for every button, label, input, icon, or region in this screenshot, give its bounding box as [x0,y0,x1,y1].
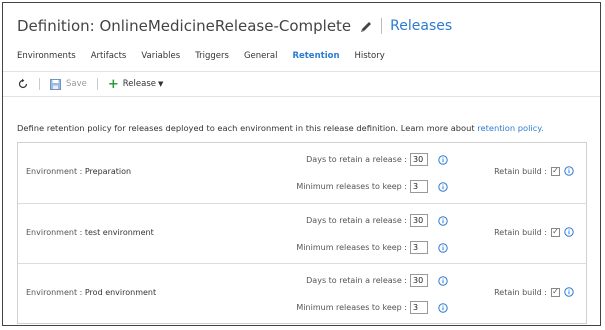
retain-build-label: Retain build : [494,166,547,176]
info-icon[interactable] [438,302,448,313]
save-button[interactable]: Save [50,78,87,90]
release-label: Release [122,79,156,89]
title-divider [381,18,383,34]
definition-window: Definition: OnlineMedicineRelease-Comple… [2,2,601,326]
releases-link[interactable]: Releases [390,18,452,34]
min-releases-label: Minimum releases to keep : [296,303,407,312]
info-icon[interactable] [438,215,448,226]
min-releases-input[interactable] [410,241,428,254]
retain-build-checkbox[interactable]: ✓ [551,227,560,237]
tab-environments[interactable]: Environments [17,51,76,65]
title-bar: Definition: OnlineMedicineRelease-Comple… [17,15,452,37]
refresh-button[interactable] [17,78,29,90]
days-label: Days to retain a release : [306,155,407,164]
tab-triggers[interactable]: Triggers [195,51,229,65]
info-icon[interactable] [438,275,448,286]
days-input[interactable] [410,153,428,166]
retain-build-field: Retain build : ✓ [494,166,574,176]
refresh-icon [18,78,28,89]
plus-icon: + [107,76,119,92]
retain-build-label: Retain build : [494,227,547,237]
retention-policy-link[interactable]: retention policy. [477,123,543,133]
retain-build-checkbox[interactable]: ✓ [551,287,560,297]
days-label: Days to retain a release : [306,216,407,225]
save-icon [50,78,61,90]
environment-label: Environment : test environment [26,228,154,237]
tab-bar: Environments Artifacts Variables Trigger… [17,51,400,65]
tab-general[interactable]: General [244,51,278,65]
info-icon[interactable] [564,287,574,297]
min-releases-label: Minimum releases to keep : [296,243,407,252]
min-releases-field: Minimum releases to keep : [296,301,448,314]
environment-prefix: Environment : [26,288,85,297]
min-releases-field: Minimum releases to keep : [296,241,448,254]
environment-label: Environment : Prod environment [26,288,156,297]
retain-build-field: Retain build : ✓ [494,287,574,297]
toolbar-divider [96,78,98,90]
save-label: Save [66,79,87,89]
tab-history[interactable]: History [355,51,385,65]
tab-retention[interactable]: Retention [292,51,339,65]
retain-build-label: Retain build : [494,287,547,297]
min-releases-label: Minimum releases to keep : [296,182,407,191]
retention-description: Define retention policy for releases dep… [17,123,544,133]
environment-row: Environment : Prod environment Days to r… [18,263,586,323]
caret-down-icon: ▼ [158,80,164,88]
pencil-icon[interactable] [359,19,373,33]
tab-artifacts[interactable]: Artifacts [91,51,127,65]
toolbar-divider [39,78,40,90]
info-icon[interactable] [564,166,574,176]
environment-name: Preparation [84,167,132,176]
info-icon[interactable] [564,227,574,237]
days-field: Days to retain a release : [306,214,448,227]
tab-variables[interactable]: Variables [141,51,180,65]
environment-table: Environment : Preparation Days to retain… [17,142,587,324]
retain-build-field: Retain build : ✓ [494,227,574,237]
description-text: Define retention policy for releases dep… [17,123,478,133]
info-icon[interactable] [438,181,448,192]
min-releases-input[interactable] [410,180,428,193]
days-label: Days to retain a release : [306,276,407,285]
environment-label: Environment : Preparation [26,167,131,176]
info-icon[interactable] [438,242,448,253]
toolbar: Save + Release ▼ [3,71,600,97]
environment-prefix: Environment : [26,167,85,176]
environment-row: Environment : test environment Days to r… [18,203,586,263]
days-input[interactable] [410,274,428,287]
page-title: Definition: OnlineMedicineRelease-Comple… [17,17,352,35]
info-icon[interactable] [438,154,448,165]
release-button[interactable]: + Release ▼ [108,77,164,92]
days-field: Days to retain a release : [306,153,448,166]
environment-name: Prod environment [84,288,157,297]
min-releases-field: Minimum releases to keep : [296,180,448,193]
retain-build-checkbox[interactable]: ✓ [551,166,560,176]
environment-prefix: Environment : [26,228,85,237]
days-input[interactable] [410,214,428,227]
environment-row: Environment : Preparation Days to retain… [18,143,586,203]
days-field: Days to retain a release : [306,274,448,287]
environment-name: test environment [84,228,154,237]
min-releases-input[interactable] [410,301,428,314]
